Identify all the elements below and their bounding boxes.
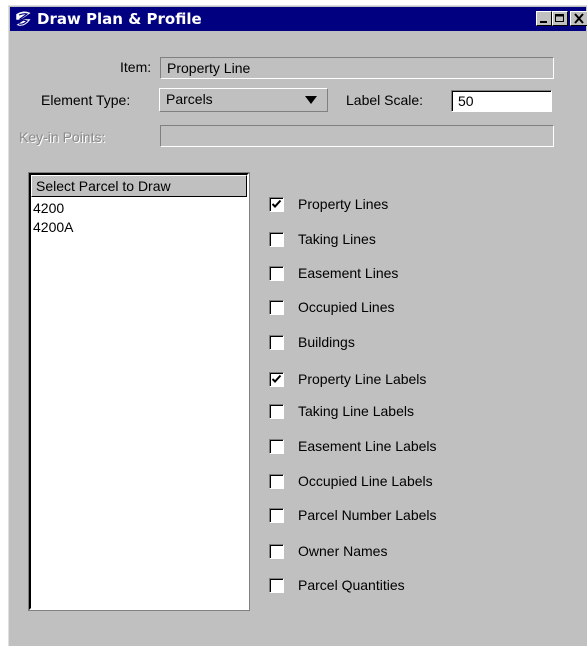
parcel-list-header[interactable]: Select Parcel to Draw — [31, 175, 247, 197]
maximize-button[interactable] — [552, 11, 568, 26]
checkbox[interactable] — [269, 544, 284, 559]
checkbox[interactable] — [269, 232, 284, 247]
checkmark-icon — [271, 374, 282, 383]
element-type-label: Element Type: — [41, 92, 131, 108]
element-type-dropdown[interactable]: Parcels — [159, 88, 328, 112]
label-scale-label: Label Scale: — [346, 92, 424, 108]
checkbox[interactable] — [269, 508, 284, 523]
window-title: Draw Plan & Profile — [37, 10, 202, 28]
item-field: Property Line — [160, 57, 554, 79]
chevron-down-icon[interactable] — [305, 96, 317, 104]
item-label: Item: — [120, 59, 152, 75]
checkbox[interactable] — [269, 578, 284, 593]
maximize-icon — [555, 14, 564, 22]
checkbox[interactable] — [269, 300, 284, 315]
checkbox[interactable] — [269, 474, 284, 489]
close-button[interactable] — [570, 11, 587, 26]
checkmark-icon — [271, 199, 282, 208]
element-type-value: Parcels — [166, 91, 213, 107]
app-logo-icon — [15, 11, 32, 27]
checkbox[interactable] — [269, 404, 284, 419]
checkbox[interactable] — [269, 197, 284, 212]
minimize-icon — [540, 21, 547, 23]
dialog-window: Draw Plan & Profile Item: Property Line … — [8, 5, 587, 646]
close-icon — [574, 13, 584, 24]
list-item[interactable]: 4200A — [33, 219, 73, 235]
checkbox[interactable] — [269, 439, 284, 454]
keyin-points-field — [160, 125, 554, 147]
checkbox[interactable] — [269, 335, 284, 350]
checkbox[interactable] — [269, 266, 284, 281]
title-bar[interactable]: Draw Plan & Profile — [10, 7, 587, 31]
keyin-points-label: Key-in Points: — [19, 129, 106, 145]
label-scale-input[interactable]: 50 — [451, 90, 552, 112]
list-item[interactable]: 4200 — [33, 200, 64, 216]
minimize-button[interactable] — [536, 11, 552, 26]
checkbox[interactable] — [269, 372, 284, 387]
parcel-listbox[interactable]: Select Parcel to Draw 4200 4200A — [28, 172, 250, 611]
